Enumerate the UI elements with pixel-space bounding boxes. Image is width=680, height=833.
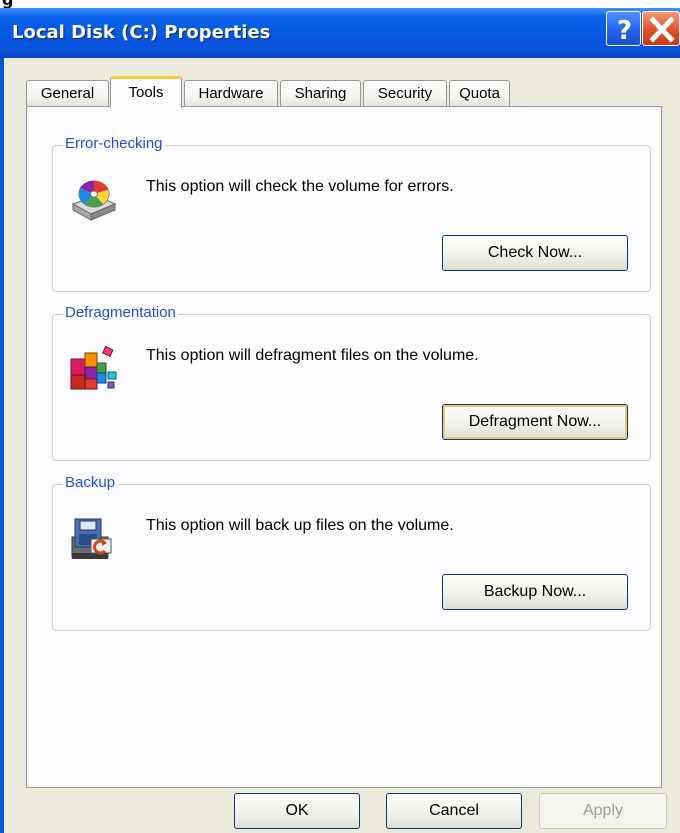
defragmentation-description: This option will defragment files on the… [146,347,479,364]
properties-dialog: Local Disk (C:) Properties ? General Too… [0,8,680,833]
backup-group: Backup This option will back up files on… [52,474,651,631]
defragment-icon [70,345,117,390]
window-title: Local Disk (C:) Properties [12,22,271,43]
ok-button[interactable]: OK [234,793,360,829]
tab-sharing[interactable]: Sharing [280,80,361,106]
disk-check-icon [71,180,117,221]
error-checking-label: Error-checking [63,135,165,152]
backup-label: Backup [63,474,118,491]
tab-security[interactable]: Security [363,80,447,106]
check-now-button[interactable]: Check Now... [442,235,628,271]
backup-now-button[interactable]: Backup Now... [442,574,628,610]
tab-tools[interactable]: Tools [110,76,182,108]
defragmentation-label: Defragmentation [63,304,178,321]
title-bar[interactable]: Local Disk (C:) Properties ? [0,8,680,58]
tab-quota[interactable]: Quota [449,80,510,106]
backup-description: This option will back up files on the vo… [146,517,454,534]
tools-tab-panel: Error-checking This option will check th… [26,106,662,788]
defragment-now-button[interactable]: Defragment Now... [442,404,628,440]
error-checking-group: Error-checking This option will check th… [52,135,651,292]
apply-button[interactable]: Apply [539,793,667,829]
help-button[interactable]: ? [606,11,641,46]
error-checking-description: This option will check the volume for er… [146,178,454,195]
help-icon: ? [617,16,632,46]
cancel-button[interactable]: Cancel [386,793,522,829]
backup-icon [71,518,112,559]
close-icon [649,16,675,43]
svg-text:?: ? [617,16,632,46]
close-button[interactable] [642,11,680,46]
tab-general[interactable]: General [26,80,109,106]
tab-hardware[interactable]: Hardware [184,80,278,106]
cropped-text-fragment: g [2,0,38,8]
defragmentation-group: Defragmentation This option will defragm… [52,304,651,461]
dialog-client-area: General Tools Hardware Sharing Security … [4,58,680,833]
